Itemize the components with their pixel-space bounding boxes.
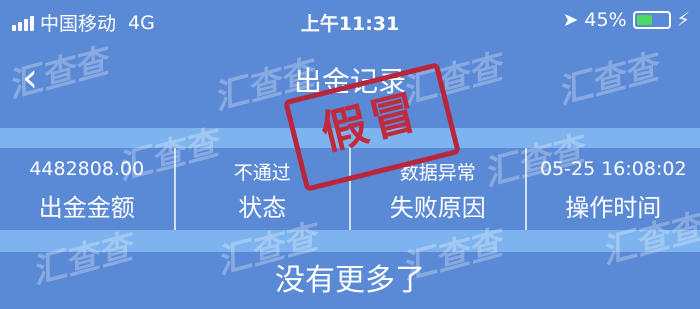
bolt-icon: ⚡ [676, 9, 690, 31]
status-label: 状态 [238, 194, 287, 222]
reason-label: 失败原因 [389, 194, 486, 222]
location-arrow-icon: ➤ [562, 9, 579, 31]
battery-icon [632, 11, 671, 29]
status-right: ➤ 45% ⚡ [563, 9, 691, 31]
amount-label: 出金金额 [38, 194, 135, 222]
battery-fill [636, 15, 652, 25]
battery-percent: 45% [584, 9, 627, 31]
status-bar: 中国移动 4G 上午11:31 ➤ 45% ⚡ [0, 0, 700, 40]
